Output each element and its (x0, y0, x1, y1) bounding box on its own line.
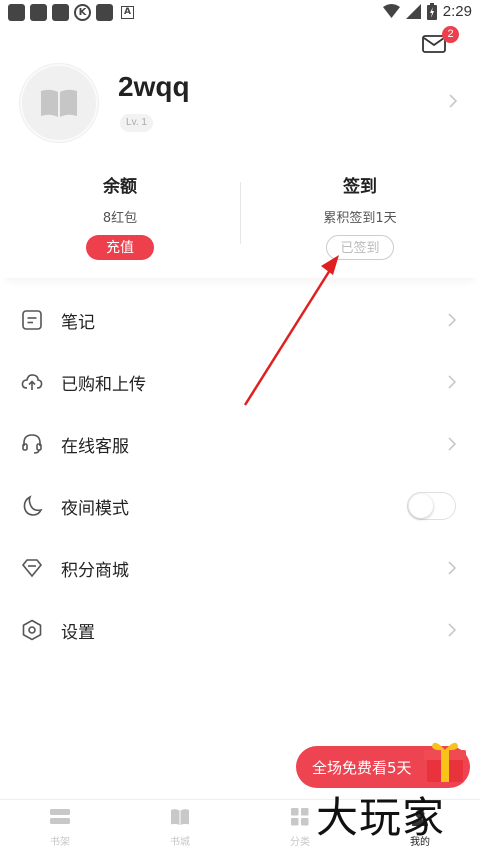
chevron-right-icon (448, 561, 456, 575)
app-notification-icon (8, 4, 25, 21)
gift-icon[interactable] (420, 736, 470, 786)
tab-bookshelf[interactable]: 书架 (0, 800, 120, 853)
username: 2wqq (118, 71, 190, 102)
menu-label: 积分商城 (61, 561, 129, 581)
menu-item-purchased[interactable]: 已购和上传 (0, 351, 480, 413)
signal-icon (405, 4, 421, 19)
menu-label: 夜间模式 (61, 499, 129, 519)
balance-title: 余额 (103, 177, 137, 197)
menu-label: 已购和上传 (61, 375, 146, 395)
book-avatar-icon (41, 89, 77, 117)
menu-item-points-mall[interactable]: 积分商城 (0, 537, 480, 599)
tab-bookstore[interactable]: 书城 (120, 800, 240, 853)
clock: 2:29 (442, 3, 472, 20)
menu-item-customer-service[interactable]: 在线客服 (0, 413, 480, 475)
menu-item-notes[interactable]: 笔记 (0, 289, 480, 351)
chevron-right-icon (448, 623, 456, 637)
diamond-icon (21, 559, 43, 578)
bookshelf-icon (50, 809, 70, 824)
status-bar: K A 2:29 (0, 0, 480, 26)
balance-value: 8红包 (102, 211, 138, 226)
level-badge: Lv. 1 (120, 114, 153, 132)
recharge-button[interactable]: 充值 (86, 235, 154, 260)
app-notification-icon (30, 4, 47, 21)
menu-item-night-mode: 夜间模式 (0, 475, 480, 537)
chevron-right-icon (448, 437, 456, 451)
battery-icon (426, 3, 437, 20)
headset-icon (22, 434, 42, 454)
balance-section: 余额 8红包 (0, 172, 240, 226)
menu-label: 笔记 (61, 313, 95, 333)
chevron-right-icon (448, 313, 456, 327)
menu-item-settings[interactable]: 设置 (0, 599, 480, 661)
promo-text: 全场免费看5天 (312, 759, 412, 777)
k-notification-icon: K (74, 4, 91, 21)
chevron-right-icon[interactable] (449, 94, 457, 108)
chevron-right-icon (448, 375, 456, 389)
category-icon (291, 808, 309, 826)
app-notification-icon (52, 4, 69, 21)
stats-card: 余额 8红包 签到 累积签到1天 (0, 160, 480, 278)
toggle-knob (409, 494, 433, 518)
night-mode-toggle[interactable] (407, 492, 456, 520)
menu-label: 设置 (61, 623, 95, 643)
tab-label: 书城 (170, 837, 190, 848)
bookstore-icon (171, 809, 189, 825)
watermark: 大玩家 (316, 793, 446, 842)
menu-label: 在线客服 (61, 437, 129, 457)
checkin-section: 签到 累积签到1天 (240, 172, 480, 226)
mail-badge: 2 (442, 26, 459, 43)
cloud-upload-icon (21, 374, 43, 390)
checkin-count: 累积签到1天 (323, 211, 397, 226)
system-indicators: 2:29 (382, 3, 472, 20)
a-notification-icon: A (121, 6, 134, 19)
settings-icon (22, 619, 42, 641)
moon-icon (23, 495, 43, 516)
signed-in-button[interactable]: 已签到 (326, 235, 394, 260)
wifi-icon (382, 4, 400, 18)
notification-icons: K A (8, 4, 134, 21)
note-icon (22, 310, 42, 330)
tab-label: 书架 (50, 837, 70, 848)
app-notification-icon (96, 4, 113, 21)
avatar[interactable] (20, 64, 98, 142)
checkin-title: 签到 (343, 177, 377, 197)
